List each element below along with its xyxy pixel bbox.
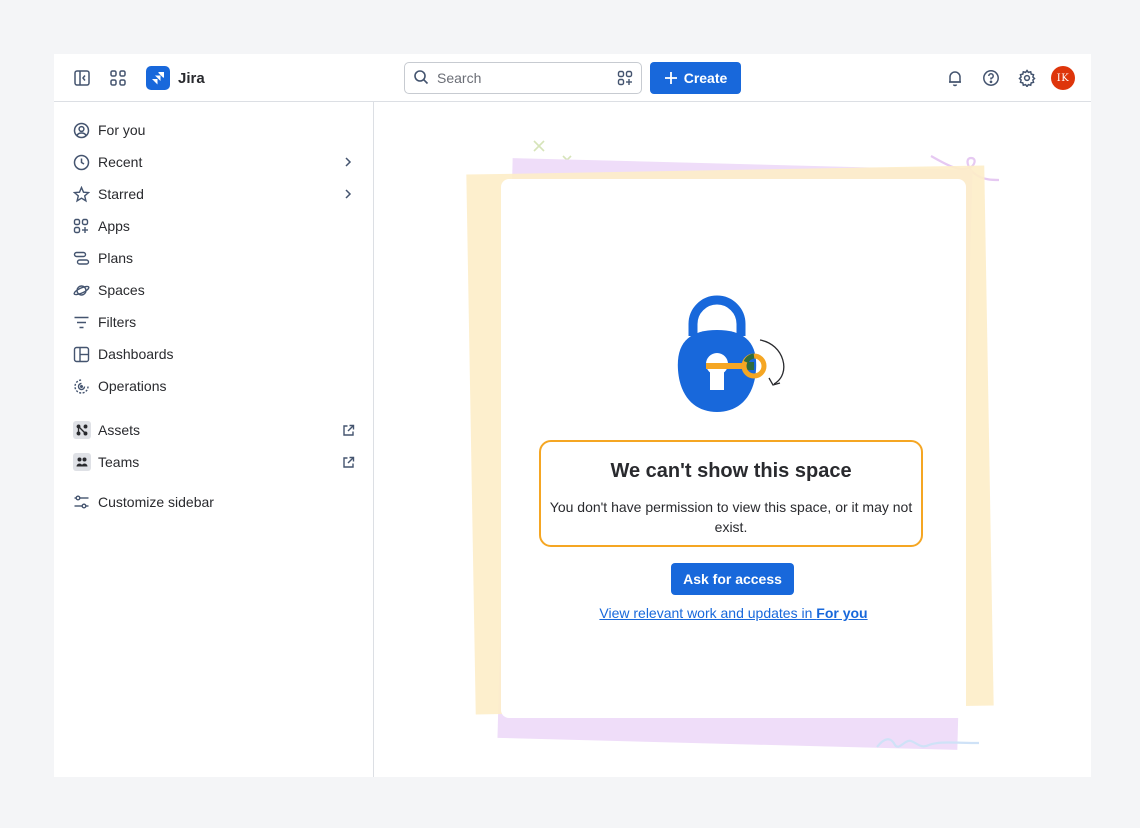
external-link-icon[interactable] bbox=[338, 456, 358, 469]
permission-message: You don't have permission to view this s… bbox=[549, 499, 913, 535]
notifications-bell-icon[interactable] bbox=[941, 64, 969, 92]
sidebar-item-label: For you bbox=[98, 122, 146, 138]
customize-icon bbox=[70, 494, 94, 511]
link-for-you: For you bbox=[816, 605, 868, 621]
search-input[interactable]: Search bbox=[404, 62, 642, 94]
filter-icon bbox=[70, 314, 94, 331]
jira-logo[interactable]: Jira bbox=[146, 66, 205, 90]
sidebar-item-for-you[interactable]: For you bbox=[70, 114, 358, 146]
user-avatar[interactable]: IK bbox=[1051, 66, 1075, 90]
sidebar-item-recent[interactable]: Recent bbox=[70, 146, 358, 178]
apps-icon bbox=[70, 218, 94, 235]
jira-logo-icon bbox=[146, 66, 170, 90]
operations-icon bbox=[70, 378, 94, 395]
dashboard-icon bbox=[70, 346, 94, 363]
app-switcher-icon[interactable] bbox=[104, 64, 132, 92]
sidebar-item-label: Dashboards bbox=[98, 346, 174, 362]
planet-icon bbox=[70, 282, 94, 299]
sidebar-item-starred[interactable]: Starred bbox=[70, 178, 358, 210]
permission-card: We can't show this space You don't have … bbox=[501, 179, 966, 718]
search-icon bbox=[413, 69, 429, 88]
sidebar-item-dashboards[interactable]: Dashboards bbox=[70, 338, 358, 370]
assets-icon bbox=[70, 421, 94, 439]
chevron-right-icon[interactable] bbox=[338, 156, 358, 168]
sidebar-item-label: Plans bbox=[98, 250, 134, 266]
sidebar-item-label: Spaces bbox=[98, 282, 145, 298]
sidebar-item-label: Starred bbox=[98, 186, 144, 202]
sidebar-toggle-icon[interactable] bbox=[68, 64, 96, 92]
sidebar: For you Recent Starred Apps Plans Spaces… bbox=[54, 102, 374, 777]
ask-for-access-button[interactable]: Ask for access bbox=[671, 563, 794, 595]
external-link-icon[interactable] bbox=[338, 424, 358, 437]
sidebar-item-label: Teams bbox=[98, 454, 140, 470]
plus-icon bbox=[664, 72, 677, 84]
sidebar-item-operations[interactable]: Operations bbox=[70, 370, 358, 402]
sidebar-item-label: Recent bbox=[98, 154, 143, 170]
search-filter-icon[interactable] bbox=[617, 70, 633, 86]
sidebar-item-label: Filters bbox=[98, 314, 137, 330]
decorative-wave-icon bbox=[876, 738, 980, 748]
sidebar-item-label: Operations bbox=[98, 378, 167, 394]
sidebar-item-label: Assets bbox=[98, 422, 141, 438]
star-icon bbox=[70, 185, 94, 203]
lock-key-illustration-icon bbox=[677, 295, 785, 412]
settings-gear-icon[interactable] bbox=[1013, 64, 1041, 92]
sidebar-item-filters[interactable]: Filters bbox=[70, 306, 358, 338]
top-navigation-bar: Jira Search Create IK bbox=[54, 54, 1091, 102]
clock-icon bbox=[70, 154, 94, 171]
sidebar-item-label: Customize sidebar bbox=[98, 494, 214, 510]
help-icon[interactable] bbox=[977, 64, 1005, 92]
jira-app: Jira Search Create IK For you Recent Sta… bbox=[54, 54, 1091, 777]
sidebar-item-label: Apps bbox=[98, 218, 130, 234]
sidebar-item-plans[interactable]: Plans bbox=[70, 242, 358, 274]
link-prefix: View relevant work and updates in bbox=[599, 605, 817, 621]
main-content: We can't show this space You don't have … bbox=[375, 102, 1091, 777]
message-highlight-box: We can't show this space You don't have … bbox=[539, 440, 923, 547]
sidebar-item-spaces[interactable]: Spaces bbox=[70, 274, 358, 306]
sidebar-item-teams[interactable]: Teams bbox=[70, 446, 358, 478]
chevron-right-icon[interactable] bbox=[338, 188, 358, 200]
search-placeholder: Search bbox=[437, 70, 482, 86]
teams-icon bbox=[70, 453, 94, 471]
create-label: Create bbox=[683, 70, 728, 86]
page-title: We can't show this space bbox=[610, 460, 852, 482]
sidebar-item-apps[interactable]: Apps bbox=[70, 210, 358, 242]
view-for-you-link[interactable]: View relevant work and updates in For yo… bbox=[501, 605, 966, 621]
app-name: Jira bbox=[178, 69, 205, 87]
sidebar-item-customize[interactable]: Customize sidebar bbox=[70, 486, 358, 518]
create-button[interactable]: Create bbox=[650, 62, 741, 94]
plans-icon bbox=[70, 250, 94, 267]
user-circle-icon bbox=[70, 122, 94, 139]
sidebar-item-assets[interactable]: Assets bbox=[70, 414, 358, 446]
